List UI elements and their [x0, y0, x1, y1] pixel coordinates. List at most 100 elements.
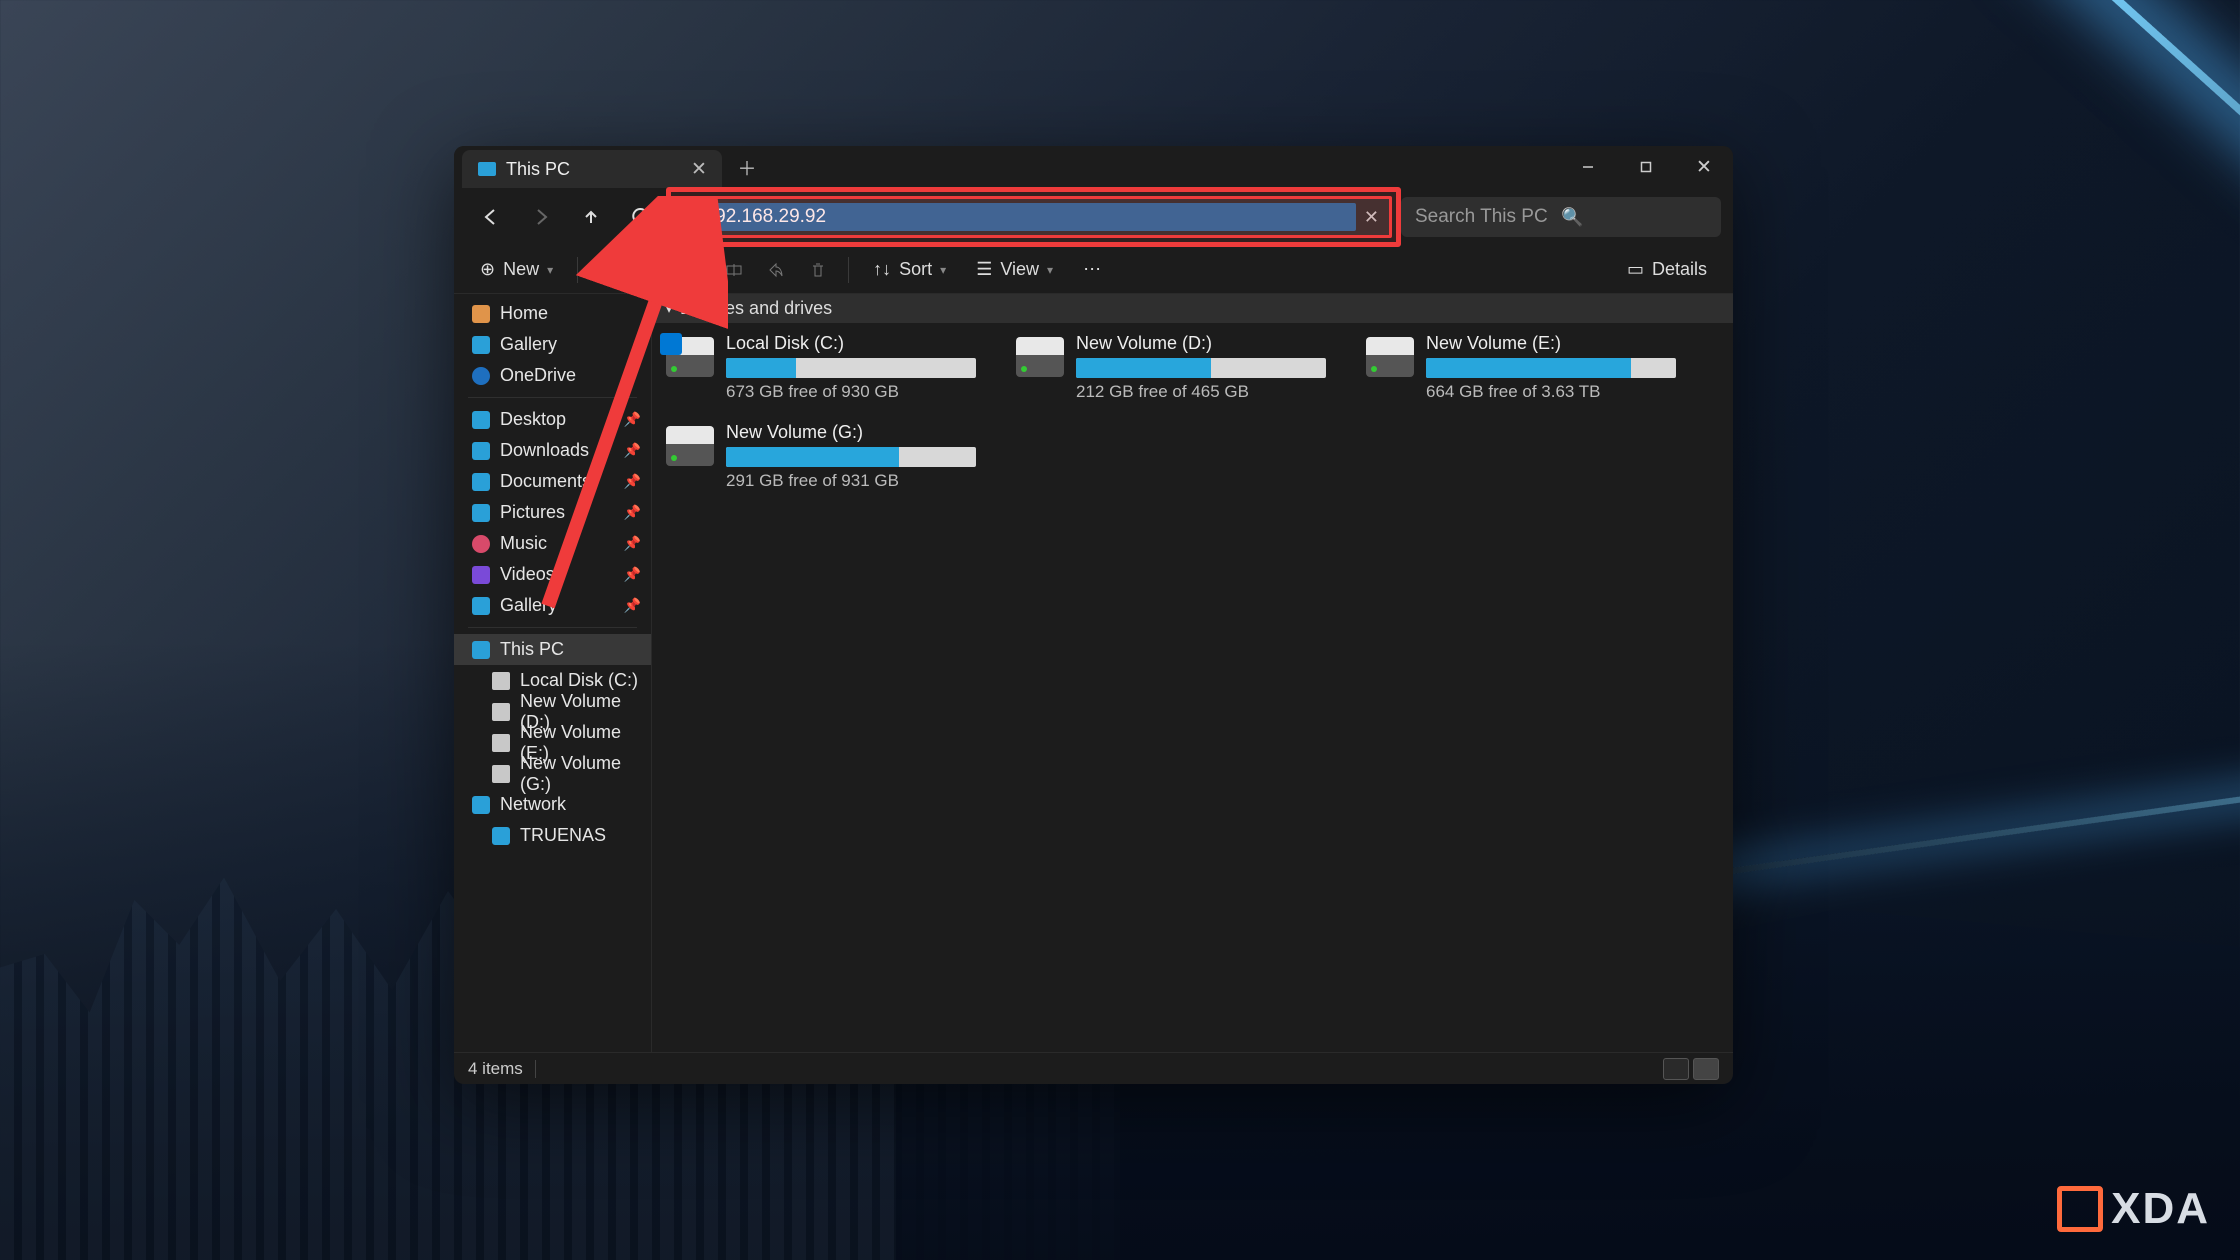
drive-icon	[1366, 337, 1414, 377]
minimize-button[interactable]	[1559, 146, 1617, 188]
search-icon: 🔍	[1561, 207, 1707, 228]
group-label: Devices and drives	[680, 298, 832, 319]
tab-this-pc[interactable]: This PC ✕	[462, 150, 722, 188]
view-label: View	[1000, 259, 1039, 280]
more-button[interactable]: ⋯	[1071, 252, 1113, 288]
refresh-button[interactable]	[616, 195, 666, 239]
sidebar-item-this-pc[interactable]: This PC	[454, 634, 651, 665]
new-tab-button[interactable]: ＋	[728, 146, 766, 188]
search-box[interactable]: Search This PC 🔍	[1401, 197, 1721, 237]
drive-info: Local Disk (C:) 673 GB free of 930 GB	[726, 333, 976, 402]
drive-info: New Volume (E:) 664 GB free of 3.63 TB	[1426, 333, 1676, 402]
computer-icon	[492, 827, 510, 845]
sidebar-label: Videos	[500, 564, 555, 585]
address-bar[interactable]: ✕	[676, 197, 1391, 237]
drive-capacity-bar	[1076, 358, 1326, 378]
view-tiles-button[interactable]	[1693, 1058, 1719, 1080]
sidebar-item-documents[interactable]: Documents 📌	[454, 466, 651, 497]
sidebar-label: Gallery	[500, 334, 557, 355]
xda-text: XDA	[2111, 1184, 2210, 1234]
delete-button	[800, 261, 836, 279]
sidebar-item-network[interactable]: Network	[454, 789, 651, 820]
item-count: 4 items	[468, 1059, 523, 1079]
folder-icon	[472, 535, 490, 553]
sidebar: Home Gallery OneDrive Desktop📌Downloads📌…	[454, 294, 652, 1052]
back-button[interactable]	[466, 195, 516, 239]
chevron-down-icon: ▾	[547, 263, 553, 277]
chevron-down-icon: ▾	[940, 263, 946, 277]
xda-watermark: XDA	[2057, 1184, 2210, 1234]
sidebar-item-home[interactable]: Home	[454, 298, 651, 329]
rename-button	[716, 261, 752, 279]
tab-close-button[interactable]: ✕	[680, 150, 718, 188]
details-icon: ▭	[1627, 259, 1644, 280]
tab-title: This PC	[506, 159, 706, 180]
maximize-button[interactable]	[1617, 146, 1675, 188]
drive-icon	[492, 765, 510, 783]
sidebar-label: Pictures	[500, 502, 565, 523]
plus-icon: ⊕	[480, 259, 495, 280]
forward-button[interactable]	[516, 195, 566, 239]
view-icon: ☰	[976, 259, 992, 280]
address-input[interactable]	[688, 203, 1356, 231]
drive-free-text: 291 GB free of 931 GB	[726, 471, 976, 491]
pin-icon: 📌	[624, 473, 641, 490]
separator	[468, 627, 637, 628]
window-controls: ✕	[1559, 146, 1733, 188]
sidebar-label: Desktop	[500, 409, 566, 430]
view-button[interactable]: ☰ View ▾	[964, 252, 1065, 288]
drive-free-text: 212 GB free of 465 GB	[1076, 382, 1326, 402]
drive-icon	[666, 337, 714, 377]
drive-free-text: 673 GB free of 930 GB	[726, 382, 976, 402]
sidebar-item-pictures[interactable]: Pictures📌	[454, 497, 651, 528]
file-explorer-window: This PC ✕ ＋ ✕ ✕ Search This PC 🔍 ⊕ New ▾	[454, 146, 1733, 1084]
sidebar-item-onedrive[interactable]: OneDrive	[454, 360, 651, 391]
pin-icon: 📌	[624, 411, 641, 428]
details-pane-button[interactable]: ▭ Details	[1615, 252, 1719, 288]
pin-icon: 📌	[624, 442, 641, 459]
view-list-button[interactable]	[1663, 1058, 1689, 1080]
chevron-down-icon: ▾	[666, 302, 672, 316]
details-label: Details	[1652, 259, 1707, 280]
sort-button[interactable]: ↑↓Sort▾	[861, 252, 958, 288]
chevron-down-icon: ▾	[1047, 263, 1053, 277]
sidebar-item-drive[interactable]: New Volume (G:)	[454, 758, 651, 789]
folder-icon	[472, 442, 490, 460]
sidebar-item-netpc[interactable]: TRUENAS	[454, 820, 651, 851]
new-button[interactable]: ⊕ New ▾	[468, 252, 565, 288]
drive-item[interactable]: New Volume (G:) 291 GB free of 931 GB	[666, 422, 976, 491]
network-icon	[472, 796, 490, 814]
new-label: New	[503, 259, 539, 280]
drive-capacity-bar	[1426, 358, 1676, 378]
sidebar-item-downloads[interactable]: Downloads📌	[454, 435, 651, 466]
this-pc-icon	[478, 162, 496, 176]
drive-icon	[1016, 337, 1064, 377]
sidebar-label: Documents	[500, 471, 591, 492]
drive-item[interactable]: Local Disk (C:) 673 GB free of 930 GB	[666, 333, 976, 402]
drive-item[interactable]: New Volume (D:) 212 GB free of 465 GB	[1016, 333, 1326, 402]
folder-icon	[472, 473, 490, 491]
sidebar-item-desktop[interactable]: Desktop 📌	[454, 404, 651, 435]
drive-item[interactable]: New Volume (E:) 664 GB free of 3.63 TB	[1366, 333, 1676, 402]
pin-icon: 📌	[624, 566, 641, 583]
pc-icon	[472, 641, 490, 659]
sidebar-label: Home	[500, 303, 548, 324]
close-button[interactable]: ✕	[1675, 146, 1733, 188]
sidebar-item-gallery[interactable]: Gallery📌	[454, 590, 651, 621]
folder-icon	[472, 411, 490, 429]
drive-icon	[492, 734, 510, 752]
up-button[interactable]	[566, 195, 616, 239]
group-header-devices[interactable]: ▾ Devices and drives	[652, 294, 1733, 323]
status-bar: 4 items	[454, 1052, 1733, 1084]
nav-row: ✕ Search This PC 🔍	[454, 188, 1733, 246]
drive-capacity-bar	[726, 358, 976, 378]
paste-button	[674, 261, 710, 279]
home-icon	[472, 305, 490, 323]
separator	[468, 397, 637, 398]
sidebar-item-music[interactable]: Music📌	[454, 528, 651, 559]
drive-info: New Volume (G:) 291 GB free of 931 GB	[726, 422, 976, 491]
sidebar-item-gallery[interactable]: Gallery	[454, 329, 651, 360]
sidebar-label: This PC	[500, 639, 564, 660]
sidebar-item-videos[interactable]: Videos 📌	[454, 559, 651, 590]
address-clear-button[interactable]: ✕	[1364, 207, 1379, 228]
